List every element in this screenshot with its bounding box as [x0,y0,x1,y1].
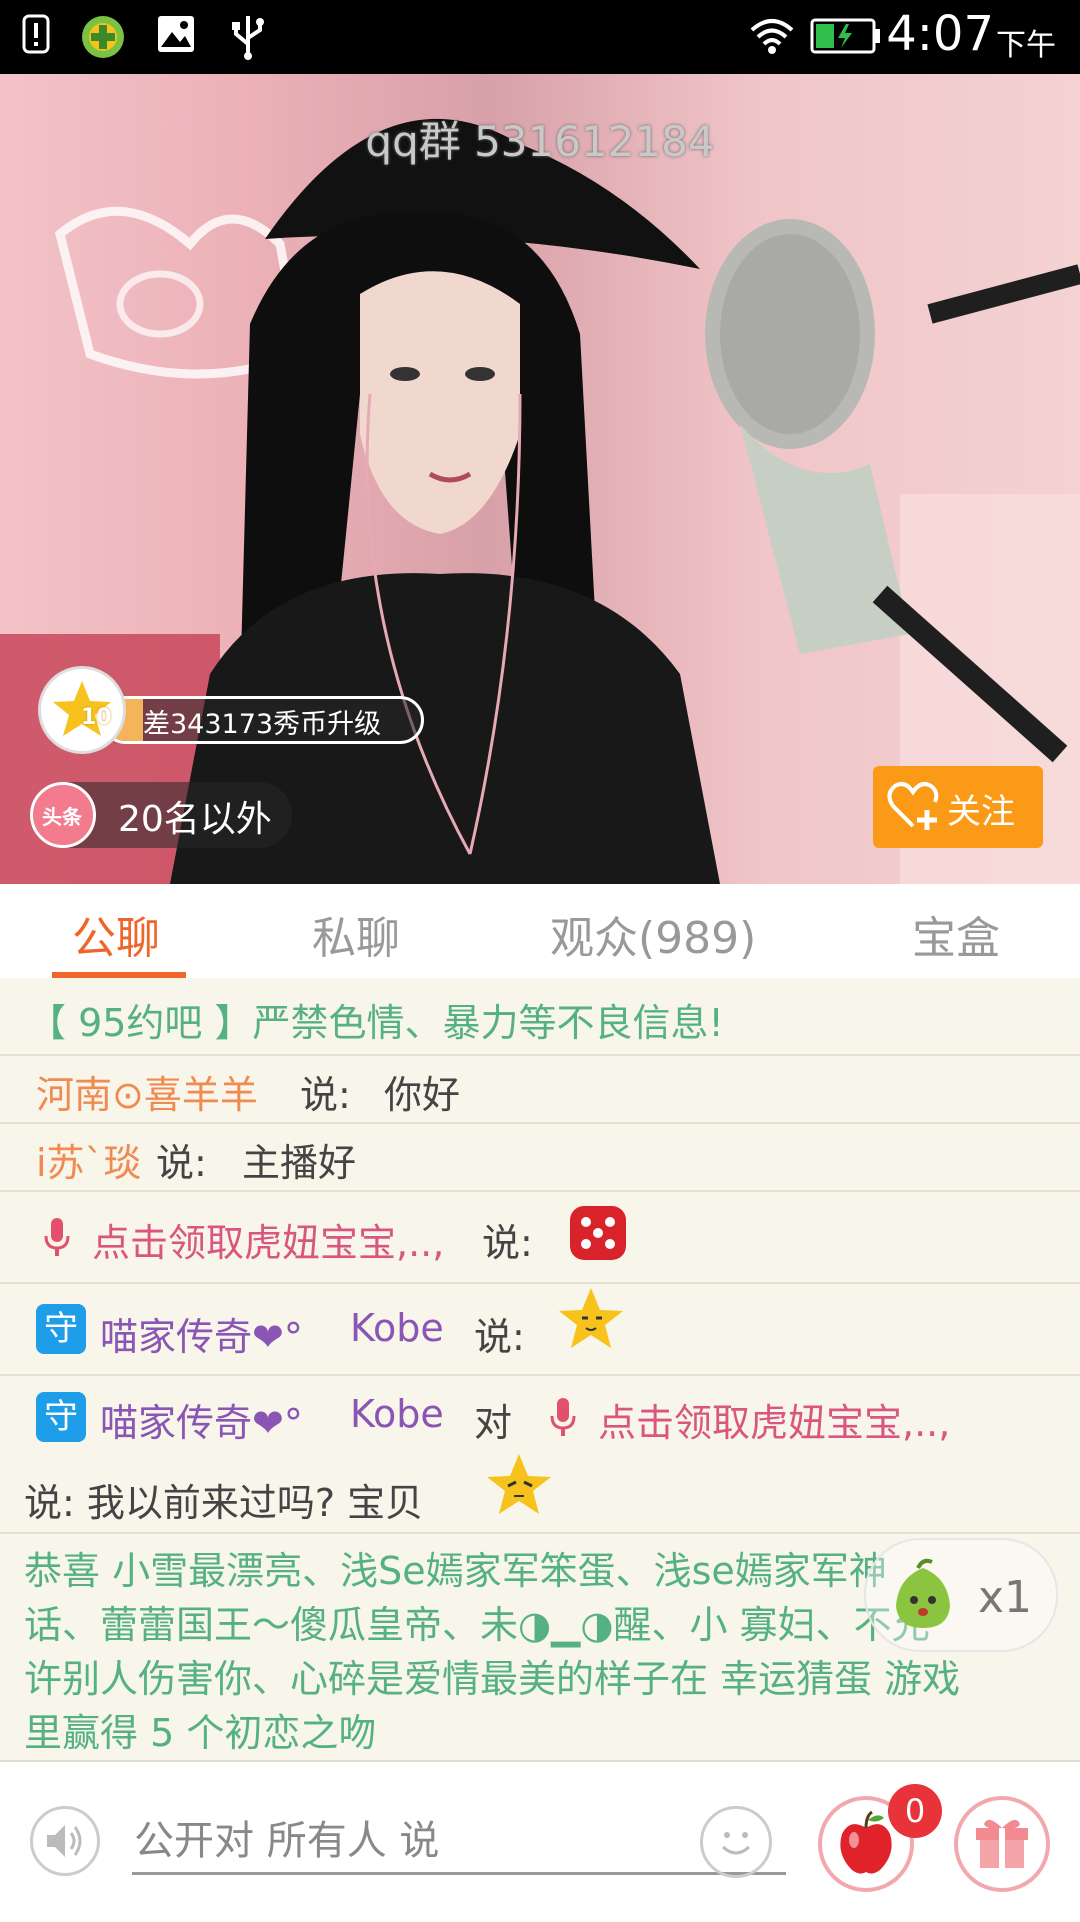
wifi-icon [750,19,794,54]
chat-verb: 对 [474,1401,513,1445]
headline-rank-text: 20名以外 [118,799,272,840]
emoji-button[interactable] [700,1806,772,1878]
image-icon [158,16,194,52]
battery-charging-icon [810,18,880,54]
congrats-line-4: 里赢得 5 个初恋之吻 [24,1711,377,1755]
microphone-icon [44,1218,70,1256]
chat-message-input[interactable]: 公开对 所有人 说 [132,1802,786,1875]
clock-time: 4:07 [886,6,994,62]
video-frame-illustration [0,118,1080,884]
gift-button[interactable] [954,1796,1050,1892]
star-emoji [559,1288,623,1348]
status-bar: 4:07 下午 [0,0,1080,74]
chat-message: 守 喵家传奇❤° Kobe 说: [0,1284,1080,1376]
follow-label: 关注 [947,792,1015,832]
gift-combo-bubble[interactable]: x1 [864,1538,1058,1652]
anchor-level-number: 10 [81,705,112,730]
follow-button[interactable]: 关注 [873,766,1043,848]
tab-treasure-box[interactable]: 宝盒 [912,902,1000,966]
smiley-icon [721,1832,751,1855]
upgrade-progress-bar: 差343173秀币升级 [102,696,424,744]
video-watermark: qq群 531612184 [365,117,715,166]
chat-username[interactable]: i苏`琰 [36,1132,142,1187]
congrats-line-1: 恭喜 小雪最漂亮、浅Se嫣家军笨蛋、浅se嫣家军神 [24,1549,887,1593]
tab-public-chat[interactable]: 公聊 [72,902,160,966]
chat-verb: 说: [300,1073,351,1117]
360-security-icon [82,16,124,58]
headline-heart-icon: 头条 [30,782,96,848]
chat-verb: 说: [156,1141,207,1185]
usb-icon [232,16,264,60]
alert-icon [22,14,50,54]
heart-plus-icon [887,782,939,830]
chat-notice: 【 95约吧 】严禁色情、暴力等不良信息! [0,978,1080,1056]
chat-username[interactable]: 点击领取虎妞宝宝,.., [92,1212,444,1267]
speaker-icon [47,1825,82,1857]
congrats-line-2: 话、蕾蕾国王～傻瓜皇帝、未◑▁◑醒、小 寡妇、不允 [24,1603,930,1647]
tab-audience[interactable]: 观众(989) [550,902,756,966]
chat-verb: 说: [474,1315,525,1359]
green-bean-gift-icon [896,1558,950,1628]
chat-input-placeholder: 公开对 所有人 说 [134,1818,440,1864]
chat-text: 说: 我以前来过吗? 宝贝 [24,1481,424,1525]
chat-username[interactable]: 河南⊙喜羊羊 [36,1064,258,1119]
gift-box-icon [976,1819,1028,1868]
chat-verb: 说: [482,1221,533,1265]
chat-username-suffix[interactable]: Kobe [350,1306,444,1350]
guard-badge-icon: 守 [36,1304,86,1354]
chat-username[interactable]: 喵家传奇❤° [100,1392,303,1447]
headline-rank[interactable]: 头条 20名以外 [30,782,292,848]
gift-combo-count: x1 [978,1572,1033,1623]
upgrade-text: 差343173秀币升级 [143,709,382,740]
guard-badge-icon: 守 [36,1392,86,1442]
notice-text: 【 95约吧 】严禁色情、暴力等不良信息! [28,1001,724,1045]
chat-username-suffix[interactable]: Kobe [350,1392,444,1436]
tab-private-chat[interactable]: 私聊 [312,902,400,966]
anchor-level-badge[interactable]: 10 [38,666,126,754]
chat-tabs: 公聊 私聊 观众(989) 宝盒 [0,884,1080,980]
chat-username[interactable]: 喵家传奇❤° [100,1306,303,1361]
chat-text: 主播好 [242,1141,357,1185]
congrats-line-3: 许别人伤害你、心碎是爱情最美的样子在 幸运猜蛋 游戏 [24,1657,961,1701]
voice-toggle-button[interactable] [30,1806,100,1876]
chat-message: 守 喵家传奇❤° Kobe 对 点击领取虎妞宝宝,.., 说: 我以前来过吗? … [0,1376,1080,1534]
chat-input-bar: 公开对 所有人 说 0 [0,1760,1080,1922]
chat-message: i苏`琰 说: 主播好 [0,1124,1080,1192]
clock-ampm: 下午 [996,28,1056,63]
live-video[interactable]: qq群 531612184 差343173秀币升级 10 头条 20名以外 关注 [0,74,1080,884]
chat-message: 河南⊙喜羊羊 说: 你好 [0,1056,1080,1124]
star-emoji [487,1454,551,1514]
chat-target-username[interactable]: 点击领取虎妞宝宝,.., [598,1392,950,1447]
chat-text: 你好 [384,1073,461,1117]
chat-message: 点击领取虎妞宝宝,.., 说: [0,1192,1080,1284]
dice-emoji [570,1206,626,1260]
microphone-icon [550,1398,576,1436]
apple-count-badge: 0 [888,1784,942,1838]
